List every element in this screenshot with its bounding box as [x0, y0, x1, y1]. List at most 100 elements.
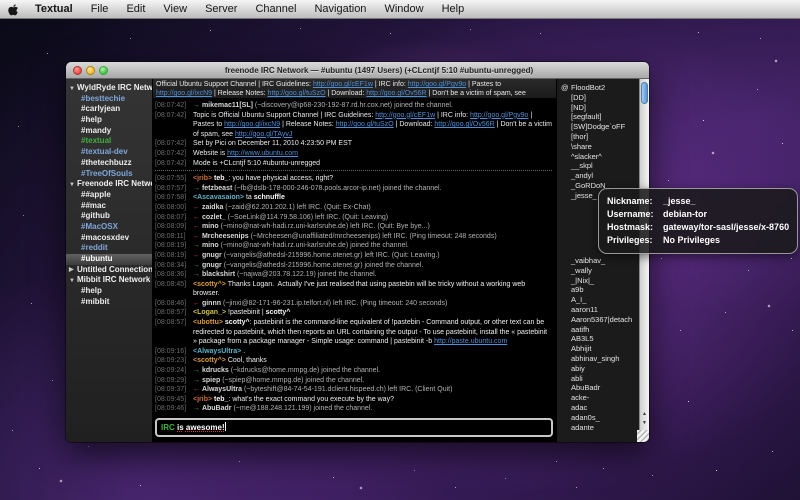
menu-edit[interactable]: Edit — [117, 3, 154, 15]
link[interactable]: http://goo.gl/ixcN9 — [156, 90, 212, 97]
disclosure-closed-icon[interactable]: ▶ — [69, 265, 77, 276]
link[interactable]: http://paste.ubuntu.com — [434, 338, 507, 345]
user-list-item[interactable]: Aaron5367|detach — [557, 315, 639, 325]
link[interactable]: http://goo.gl/Pgv9o — [408, 81, 466, 88]
minimize-button[interactable] — [86, 66, 95, 75]
user-list-item[interactable]: [thor] — [557, 132, 639, 142]
user-list-item[interactable]: ^slacker^ — [557, 152, 639, 162]
user-list-item[interactable]: _wally — [557, 266, 639, 276]
menu-channel[interactable]: Channel — [246, 3, 305, 15]
user-list-item[interactable]: adan0s_ — [557, 413, 639, 423]
window-title-bar[interactable]: freenode IRC Network — #ubuntu (1497 Use… — [66, 62, 649, 79]
message-body: ← gnugr (~vangelis@athedsl-215996.home.o… — [193, 251, 552, 261]
sidebar-item-help[interactable]: #help — [66, 286, 152, 297]
user-list-item[interactable]: acke- — [557, 393, 639, 403]
user-list-item[interactable]: _andyl — [557, 171, 639, 181]
sidebar-item-help[interactable]: #help — [66, 115, 152, 126]
sidebar-item-MacOSX[interactable]: #MacOSX — [66, 222, 152, 233]
disclosure-open-icon[interactable]: ▼ — [69, 180, 77, 191]
sidebar-item-textual-dev[interactable]: #textual-dev — [66, 147, 152, 158]
user-list-item[interactable]: abhinav_singh — [557, 354, 639, 364]
zoom-button[interactable] — [99, 66, 108, 75]
user-list-item[interactable]: aaron11 — [557, 305, 639, 315]
sidebar-item-mibbit[interactable]: #mibbit — [66, 297, 152, 308]
network-group-mibbit-irc-network[interactable]: ▼Mibbit IRC Network — [66, 275, 152, 286]
nickname[interactable]: <jrib> — [193, 396, 212, 403]
resize-grip[interactable] — [637, 430, 649, 442]
user-list-item[interactable]: @FloodBot2 — [557, 83, 639, 93]
link[interactable]: http://goo.gl/tuSzO — [336, 121, 394, 128]
sidebar-item-ubuntu[interactable]: #ubuntu — [66, 254, 152, 265]
user-list-item[interactable]: [ND] — [557, 103, 639, 113]
user-list-item[interactable]: abiy — [557, 364, 639, 374]
network-group-wyldryde-irc-network[interactable]: ▼WyldRyde IRC Network — [66, 83, 152, 94]
nickname[interactable]: <scotty^> — [193, 281, 226, 288]
input-row: IRC is awesome! — [153, 416, 556, 442]
nickname[interactable]: <AlwaysUltra> — [193, 348, 241, 355]
nickname[interactable]: <scotty^> — [193, 357, 226, 364]
network-group-freenode-irc-network[interactable]: ▼Freenode IRC Network — [66, 179, 152, 190]
sidebar-item-mandy[interactable]: #mandy — [66, 126, 152, 137]
menu-window[interactable]: Window — [375, 3, 432, 15]
nickname[interactable]: <jrib> — [193, 175, 212, 182]
menu-server[interactable]: Server — [196, 3, 246, 15]
sidebar-item-mac[interactable]: ##mac — [66, 201, 152, 212]
nickname[interactable]: <ubottu> — [193, 319, 223, 326]
user-list-item[interactable]: A_I_ — [557, 295, 639, 305]
user-list-item[interactable]: AbuBadr — [557, 383, 639, 393]
link[interactable]: http://goo.gl/Ov56R — [366, 90, 426, 97]
disclosure-open-icon[interactable]: ▼ — [69, 84, 77, 95]
user-list-item[interactable]: [SW]Dodge`oFF — [557, 122, 639, 132]
apple-menu-icon[interactable] — [0, 2, 26, 16]
user-list-item[interactable]: \share — [557, 142, 639, 152]
sidebar-item-github[interactable]: #github — [66, 211, 152, 222]
menu-textual[interactable]: Textual — [26, 3, 82, 15]
sidebar-item-reddit[interactable]: #reddit — [66, 243, 152, 254]
user-list-item[interactable]: aatifh — [557, 325, 639, 335]
user-list-item[interactable]: AB3L5 — [557, 334, 639, 344]
user-list-item[interactable]: [segfault] — [557, 112, 639, 122]
menu-navigation[interactable]: Navigation — [305, 3, 375, 15]
join-arrow-icon: → — [193, 377, 200, 384]
scroll-up-icon[interactable]: ▲ — [640, 410, 649, 419]
user-list-item[interactable]: Abhijit — [557, 344, 639, 354]
user-list-item[interactable]: [DD] — [557, 93, 639, 103]
link[interactable]: http://goo.gl/Pgv9o — [470, 112, 528, 119]
link[interactable]: http://goo.gl/cEF1w — [375, 112, 435, 119]
close-button[interactable] — [73, 66, 82, 75]
user-list-item[interactable]: adac — [557, 403, 639, 413]
user-list-item[interactable]: adante — [557, 423, 639, 433]
user-list-item[interactable]: abli — [557, 374, 639, 384]
sidebar-item-TreeOfSouls[interactable]: #TreeOfSouls — [66, 169, 152, 180]
link[interactable]: http://goo.gl/Ov56R — [434, 121, 494, 128]
menu-view[interactable]: View — [154, 3, 196, 15]
disclosure-open-icon[interactable]: ▼ — [69, 276, 77, 287]
user-list-item[interactable]: _vaibhav_ — [557, 256, 639, 266]
link[interactable]: http://goo.gl/cEF1w — [313, 81, 373, 88]
user-list-item[interactable]: _|Nix|_ — [557, 276, 639, 286]
menu-help[interactable]: Help — [433, 3, 474, 15]
link[interactable]: http://www.ubuntu.com — [227, 150, 298, 157]
tooltip-label: Nickname: — [607, 195, 663, 208]
nickname[interactable]: <Logan_> — [193, 309, 226, 316]
text-segment: | IRC info: — [435, 112, 470, 119]
scroll-down-icon[interactable]: ▼ — [640, 419, 649, 428]
menu-file[interactable]: File — [82, 3, 118, 15]
user-list-item[interactable]: a9b — [557, 285, 639, 295]
sidebar-item-thetechbuzz[interactable]: #thetechbuzz — [66, 158, 152, 169]
sidebar-item-macosxdev[interactable]: #macosxdev — [66, 233, 152, 244]
message-input[interactable]: IRC is awesome! — [155, 418, 553, 437]
nickname[interactable]: <Ascavasaion> — [193, 194, 244, 201]
sidebar-item-textual[interactable]: #textual — [66, 136, 152, 147]
sidebar-item-besttechie[interactable]: #besttechie — [66, 94, 152, 105]
network-group-untitled-connection[interactable]: ▶Untitled Connection — [66, 265, 152, 276]
sidebar-item-apple[interactable]: ##apple — [66, 190, 152, 201]
text-segment: fetzbeast — [202, 185, 232, 192]
link[interactable]: http://goo.gl/tuSzO — [268, 90, 326, 97]
user-list-scrollbar[interactable]: ▲ ▼ — [639, 79, 649, 430]
sidebar-item-carlyjean[interactable]: #carlyjean — [66, 104, 152, 115]
link[interactable]: http://goo.gl/ixcN9 — [224, 121, 280, 128]
link[interactable]: http://goo.gl/TAyvJ — [235, 131, 292, 138]
scrollbar-thumb[interactable] — [641, 82, 648, 104]
user-list-item[interactable]: __skpl — [557, 161, 639, 171]
